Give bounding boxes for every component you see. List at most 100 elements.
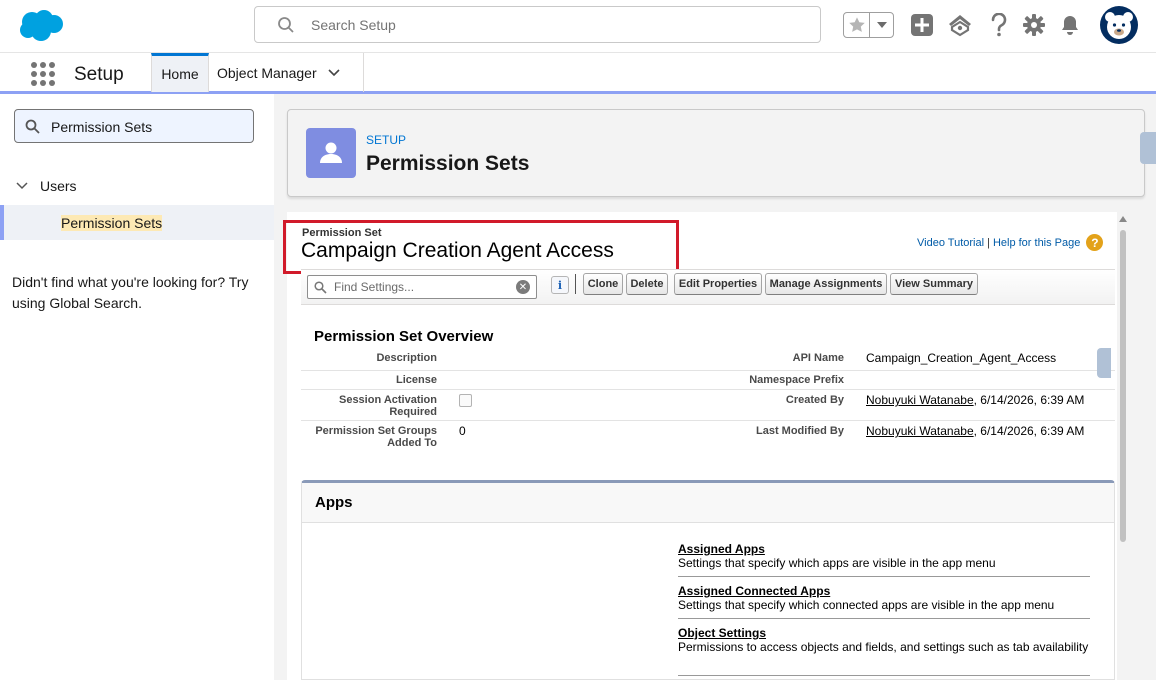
session-activation-checkbox — [459, 394, 472, 407]
favorites-button[interactable] — [844, 13, 869, 37]
assigned-connected-apps-link[interactable]: Assigned Connected Apps — [678, 584, 830, 598]
license-label: License — [396, 374, 437, 386]
api-name-label: API Name — [792, 352, 844, 364]
sidebar-item-label: Permission Sets — [61, 215, 163, 231]
side-panel-toggle[interactable] — [1140, 132, 1156, 164]
tab-object-manager-label: Object Manager — [217, 64, 317, 81]
app-launcher-icon[interactable] — [30, 61, 56, 87]
delete-button[interactable]: Delete — [626, 273, 668, 295]
edit-properties-button[interactable]: Edit Properties — [674, 273, 762, 295]
global-actions-button[interactable] — [909, 12, 935, 38]
search-icon — [25, 119, 40, 134]
view-summary-button[interactable]: View Summary — [890, 273, 978, 295]
content-panel-toggle[interactable] — [1097, 348, 1111, 378]
row-divider — [301, 389, 1115, 390]
tree-node-users-label: Users — [40, 178, 77, 194]
help-icon — [991, 13, 1007, 37]
object-settings-desc: Permissions to access objects and fields… — [678, 640, 1089, 654]
permission-set-icon — [306, 128, 356, 178]
toolbar-divider — [575, 274, 576, 294]
tree-node-users[interactable]: Users — [16, 178, 77, 194]
overview-row-4: Permission Set Groups Added To 0 Last Mo… — [301, 424, 1115, 455]
info-icon[interactable]: i — [551, 276, 569, 294]
session-activation-label: Session Activation Required — [301, 394, 437, 418]
permission-set-groups-label-line1: Permission Set Groups — [315, 425, 437, 437]
content-scrollbar[interactable] — [1118, 214, 1128, 680]
main-content: SETUP Permission Sets Permission Set Cam… — [274, 94, 1156, 680]
permission-set-detail: Permission Set Campaign Creation Agent A… — [283, 212, 1117, 680]
detail-toolbar: ✕ i Clone Delete Edit Properties Manage … — [301, 269, 1115, 305]
created-by-value: Nobuyuki Watanabe, 6/14/2026, 6:39 AM — [866, 393, 1084, 407]
app-divider — [678, 576, 1090, 577]
context-bar: Setup Home Object Manager — [0, 52, 1156, 94]
last-modified-by-label: Last Modified By — [755, 425, 844, 437]
star-icon — [848, 17, 865, 32]
global-search-input[interactable] — [311, 7, 791, 42]
permission-set-groups-label: Permission Set Groups Added To — [301, 425, 437, 449]
global-header — [0, 0, 1156, 52]
favorites-list-button[interactable] — [869, 13, 893, 37]
tab-object-manager[interactable]: Object Manager — [209, 53, 364, 92]
help-page-link[interactable]: Help for this Page — [993, 237, 1080, 249]
tab-home[interactable]: Home — [151, 53, 209, 92]
assigned-connected-apps-desc: Settings that specify which connected ap… — [678, 598, 1055, 612]
modified-by-date: , 6/14/2026, 6:39 AM — [973, 424, 1085, 438]
last-modified-by-value: Nobuyuki Watanabe, 6/14/2026, 6:39 AM — [866, 424, 1084, 438]
scroll-up-arrow[interactable] — [1118, 214, 1128, 224]
search-icon — [314, 281, 327, 294]
help-separator: | — [987, 236, 990, 249]
scroll-thumb[interactable] — [1120, 230, 1126, 542]
quick-find-input[interactable]: Permission Sets — [14, 109, 254, 143]
chevron-down-icon[interactable] — [16, 182, 28, 190]
object-settings-link[interactable]: Object Settings — [678, 626, 766, 640]
video-tutorial-link[interactable]: Video Tutorial — [917, 237, 984, 249]
search-icon — [278, 17, 294, 33]
gear-icon — [1023, 14, 1045, 36]
app-name: Setup — [74, 64, 124, 85]
clear-icon[interactable]: ✕ — [516, 280, 530, 294]
quick-find-value: Permission Sets — [51, 119, 153, 135]
page-eyebrow: SETUP — [366, 133, 407, 147]
page-title: Permission Sets — [366, 152, 530, 175]
highlight-annotation — [283, 220, 679, 274]
created-by-user-link[interactable]: Nobuyuki Watanabe — [866, 393, 974, 407]
help-links: Video Tutorial | Help for this Page ? — [917, 234, 1104, 251]
help-button[interactable] — [986, 12, 1012, 38]
find-settings-box[interactable]: ✕ — [307, 275, 537, 299]
manage-assignments-button[interactable]: Manage Assignments — [765, 273, 887, 295]
tab-home-label: Home — [161, 66, 199, 82]
permission-set-groups-label-line2: Added To — [387, 437, 437, 449]
app-item-assigned-connected-apps: Assigned Connected Apps Settings that sp… — [678, 584, 1090, 612]
apps-header: Apps — [302, 483, 1114, 523]
salesforce-logo[interactable] — [17, 9, 65, 43]
app-divider — [678, 675, 1090, 676]
sidebar-item-permission-sets[interactable]: Permission Sets — [0, 205, 274, 240]
user-avatar[interactable] — [1100, 6, 1138, 44]
setup-gear-button[interactable] — [1021, 12, 1047, 38]
chevron-down-icon[interactable] — [327, 68, 341, 78]
plus-icon — [911, 14, 933, 36]
find-settings-input[interactable] — [334, 278, 509, 296]
assigned-apps-link[interactable]: Assigned Apps — [678, 542, 765, 556]
bell-icon — [1062, 16, 1078, 35]
session-activation-label-line2: Required — [389, 406, 437, 418]
overview-row-1: Description API Name Campaign_Creation_A… — [301, 351, 1115, 372]
row-divider — [301, 370, 1115, 371]
not-found-hint: Didn't find what you're looking for? Try… — [12, 274, 249, 311]
modified-by-user-link[interactable]: Nobuyuki Watanabe — [866, 424, 974, 438]
trailhead-button[interactable] — [947, 12, 973, 38]
notifications-button[interactable] — [1057, 12, 1083, 38]
global-search[interactable] — [254, 6, 821, 43]
namespace-prefix-label: Namespace Prefix — [749, 374, 844, 386]
app-item-object-settings: Object Settings Permissions to access ob… — [678, 626, 1090, 654]
avatar-icon — [1105, 12, 1133, 39]
clone-button[interactable]: Clone — [583, 273, 623, 295]
app-divider — [678, 618, 1090, 619]
row-divider — [301, 420, 1115, 421]
created-by-date: , 6/14/2026, 6:39 AM — [973, 393, 1085, 407]
apps-title: Apps — [315, 494, 353, 511]
help-icon[interactable]: ? — [1086, 234, 1104, 251]
apps-section: Apps Assigned Apps Settings that specify… — [301, 480, 1115, 680]
overview-title: Permission Set Overview — [314, 328, 494, 345]
description-label: Description — [376, 352, 437, 364]
